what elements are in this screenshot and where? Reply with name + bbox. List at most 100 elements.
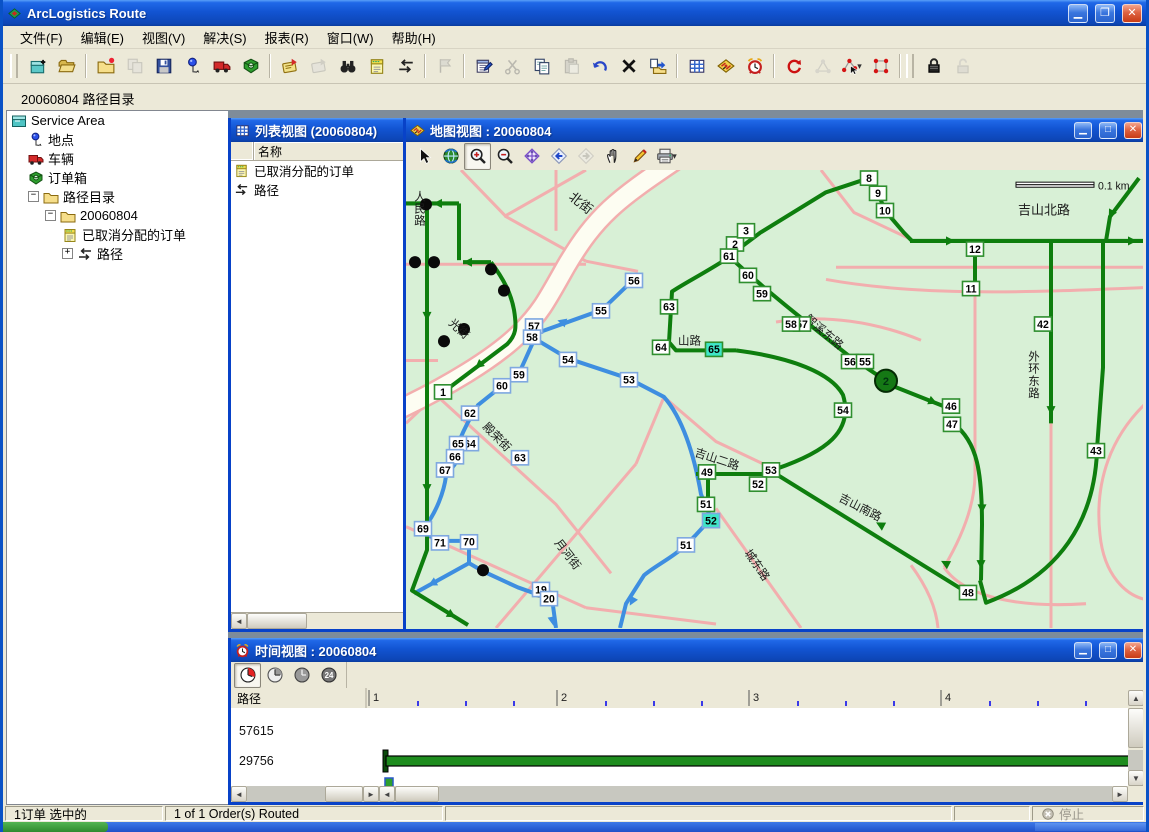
map-stop-marker-51[interactable]: 51 — [698, 497, 715, 511]
map-minimize-button[interactable]: ▁ — [1074, 122, 1092, 139]
map-stop-dot[interactable] — [409, 256, 421, 268]
toolbar-button-properties[interactable] — [469, 52, 498, 81]
dropdown-caret-icon[interactable]: ▾ — [857, 61, 862, 72]
route-gantt-bar[interactable] — [386, 756, 1128, 766]
map-stop-marker-54[interactable]: 54 — [835, 403, 852, 417]
timeline-column-header[interactable]: 路径 — [237, 690, 261, 707]
map-stop-dot[interactable] — [428, 256, 440, 268]
toolbar-button-new-project[interactable] — [23, 52, 52, 81]
map-stop-marker-8[interactable]: 8 — [861, 171, 878, 185]
time-tool-time-scale-3[interactable] — [288, 663, 315, 688]
menu-item-6[interactable]: 窗口(W) — [318, 26, 383, 49]
map-maximize-button[interactable]: □ — [1099, 122, 1117, 139]
title-bar[interactable]: ArcLogistics Route ▁ ❐ ✕ — [3, 0, 1146, 26]
map-stop-marker-9[interactable]: 9 — [870, 186, 887, 200]
toolbar-button-undo[interactable] — [585, 52, 614, 81]
map-stop-dot[interactable] — [498, 285, 510, 297]
timeline-row-label-57615[interactable]: 57615 — [239, 724, 274, 738]
menu-item-4[interactable]: 解决(S) — [194, 26, 255, 49]
map-stop-marker-46[interactable]: 46 — [943, 399, 960, 413]
time-maximize-button[interactable]: □ — [1099, 642, 1117, 659]
list-column-name[interactable]: 名称 — [254, 142, 412, 160]
map-stop-marker-55[interactable]: 55 — [593, 304, 610, 318]
map-stop-marker-43[interactable]: 43 — [1088, 444, 1105, 458]
map-tool-pan[interactable] — [599, 143, 626, 170]
map-stop-marker-3[interactable]: 3 — [738, 224, 755, 238]
start-button-fragment[interactable] — [3, 822, 108, 832]
time-tool-time-scale-1[interactable] — [234, 663, 261, 688]
map-stop-dot[interactable] — [485, 263, 497, 275]
map-tool-select-cursor[interactable] — [410, 143, 437, 170]
map-stop-marker-58[interactable]: 58 — [783, 317, 800, 331]
selected-order-marker[interactable] — [385, 778, 393, 786]
menu-item-7[interactable]: 帮助(H) — [383, 26, 445, 49]
minimize-button[interactable]: ▁ — [1068, 4, 1088, 23]
scrollbar-track[interactable] — [439, 786, 1112, 802]
map-stop-marker-49[interactable]: 49 — [699, 465, 716, 479]
toolbar-button-delete[interactable] — [614, 52, 643, 81]
tree-item-Service Area[interactable]: Service Area — [7, 111, 228, 130]
close-button[interactable]: ✕ — [1122, 4, 1142, 23]
toolbar-button-order-box[interactable] — [236, 52, 265, 81]
scroll-left-icon[interactable]: ◄ — [231, 613, 247, 629]
map-stop-marker-52[interactable]: 52 — [750, 477, 767, 491]
time-tool-time-scale-2[interactable] — [261, 663, 288, 688]
map-tool-zoom-out[interactable] — [491, 143, 518, 170]
toolbar-button-reassign[interactable]: ▾ — [837, 52, 866, 81]
map-view-title-bar[interactable]: 地图视图 : 20060804 ▁ □ ✕ — [406, 118, 1143, 142]
map-stop-marker-42[interactable]: 42 — [1035, 317, 1052, 331]
map-tool-print[interactable]: ▾ — [653, 143, 680, 170]
scroll-left-icon[interactable]: ◄ — [379, 786, 395, 802]
map-stop-marker-53[interactable]: 53 — [621, 373, 638, 387]
map-stop-marker-59[interactable]: 59 — [511, 368, 528, 382]
toolbar-button-open-project[interactable] — [52, 52, 81, 81]
tree-expander-icon[interactable]: + — [62, 248, 73, 259]
map-stop-marker-51[interactable]: 51 — [678, 538, 695, 552]
map-stop-marker-47[interactable]: 47 — [944, 417, 961, 431]
timeline-body[interactable]: 5761529756 — [231, 708, 1128, 786]
scroll-down-icon[interactable]: ▼ — [1128, 770, 1143, 786]
scrollbar-thumb[interactable] — [247, 613, 307, 629]
map-stop-marker-64[interactable]: 64 — [653, 340, 670, 354]
list-row-路径[interactable]: 路径 — [231, 180, 412, 199]
map-stop-marker-12[interactable]: 12 — [967, 242, 984, 256]
map-tool-full-extent[interactable] — [437, 143, 464, 170]
toolbar-grip[interactable] — [906, 54, 914, 78]
map-stop-marker-65[interactable]: 65 — [450, 436, 467, 450]
map-stop-marker-63[interactable]: 63 — [661, 300, 678, 314]
map-stop-dot[interactable] — [477, 564, 489, 576]
list-row-已取消分配的订单[interactable]: 已取消分配的订单 — [231, 161, 412, 180]
map-stop-marker-11[interactable]: 11 — [963, 281, 980, 295]
toolbar-button-new-folder[interactable] — [91, 52, 120, 81]
toolbar-button-copy[interactable] — [527, 52, 556, 81]
map-stop-marker-63[interactable]: 63 — [512, 451, 529, 465]
timeline-vertical-scrollbar[interactable]: ▲ ▼ — [1128, 690, 1143, 786]
map-stop-marker-60[interactable]: 60 — [740, 268, 757, 282]
scrollbar-thumb[interactable] — [325, 786, 363, 802]
map-stop-marker-61[interactable]: 61 — [721, 249, 738, 263]
scrollbar-thumb[interactable] — [1128, 708, 1143, 748]
toolbar-button-lock[interactable] — [919, 52, 948, 81]
toolbar-button-find[interactable] — [333, 52, 362, 81]
scrollbar-thumb[interactable] — [395, 786, 439, 802]
tree-item-20060804[interactable]: −20060804 — [7, 206, 228, 225]
scroll-left-icon[interactable]: ◄ — [231, 786, 247, 802]
map-tool-zoom-in[interactable] — [464, 143, 491, 170]
tree-item-车辆[interactable]: 车辆 — [7, 149, 228, 168]
dropdown-caret-icon[interactable]: ▾ — [672, 151, 677, 162]
time-close-button[interactable]: ✕ — [1124, 642, 1142, 659]
map-stop-marker-67[interactable]: 67 — [437, 463, 454, 477]
stop-button[interactable]: 停止 — [1032, 806, 1144, 821]
menu-item-3[interactable]: 视图(V) — [133, 26, 194, 49]
tree-expander-icon[interactable]: − — [45, 210, 56, 221]
map-stop-marker-65[interactable]: 65 — [706, 342, 723, 356]
toolbar-button-orders-list[interactable] — [362, 52, 391, 81]
toolbar-button-map-view[interactable] — [711, 52, 740, 81]
map-stop-marker-48[interactable]: 48 — [960, 585, 977, 599]
map-stop-marker-56[interactable]: 56 — [626, 273, 643, 287]
tree-item-地点[interactable]: 地点 — [7, 130, 228, 149]
map-stop-marker-1[interactable]: 1 — [435, 385, 452, 399]
scroll-right-icon[interactable]: ► — [1112, 786, 1128, 802]
toolbar-button-vehicles[interactable] — [207, 52, 236, 81]
map-close-button[interactable]: ✕ — [1124, 122, 1142, 139]
